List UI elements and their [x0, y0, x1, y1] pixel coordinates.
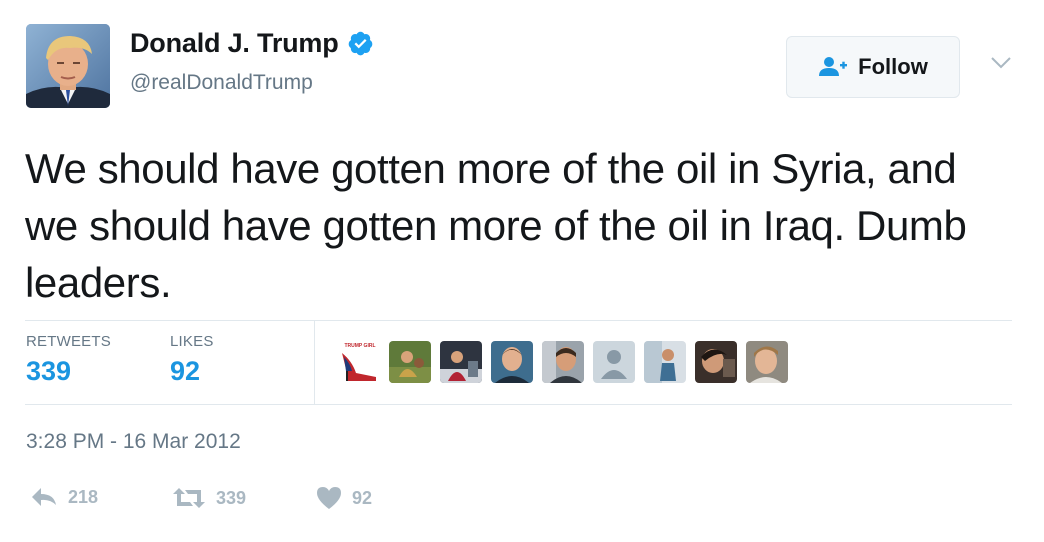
likes-count: 92 [170, 356, 201, 386]
retweet-button[interactable]: 339 [172, 486, 246, 510]
author-avatar[interactable] [26, 24, 110, 108]
liker-avatar-9[interactable] [746, 341, 788, 383]
likes-stat[interactable]: LIKES 92 [170, 333, 214, 387]
tweet-timestamp[interactable]: 3:28 PM - 16 Mar 2012 [26, 430, 241, 454]
liker-avatar-3[interactable] [440, 341, 482, 383]
liker-avatar-6[interactable] [593, 341, 635, 383]
heart-icon [317, 487, 341, 509]
author-name[interactable]: Donald J. Trump [130, 28, 339, 59]
liker-avatar-5[interactable] [542, 341, 584, 383]
liker-avatar-7[interactable] [644, 341, 686, 383]
reply-button[interactable]: 218 [30, 486, 98, 508]
liker-avatar-1[interactable]: TRUMP GIRL [338, 341, 380, 383]
retweets-label: RETWEETS [26, 333, 111, 350]
author-handle[interactable]: @realDonaldTrump [130, 71, 313, 95]
verified-badge-icon [348, 31, 372, 56]
stats-divider-vertical [314, 320, 315, 404]
liker-avatar-8[interactable] [695, 341, 737, 383]
author-name-line[interactable]: Donald J. Trump [130, 28, 374, 59]
retweets-count: 339 [26, 356, 72, 386]
retweet-icon [173, 488, 205, 508]
liker-avatar-4[interactable] [491, 341, 533, 383]
retweets-stat[interactable]: RETWEETS 339 [26, 333, 111, 387]
like-button[interactable]: 92 [316, 486, 372, 510]
stats-divider-top [25, 320, 1012, 321]
likers-avatar-list: TRUMP GIRL [338, 341, 788, 383]
follow-button-label: Follow [858, 54, 928, 79]
like-count: 92 [352, 487, 373, 508]
reply-count: 218 [68, 486, 99, 507]
svg-text:TRUMP GIRL: TRUMP GIRL [344, 343, 375, 349]
tweet-card: Donald J. Trump @realDonaldTrump Follow … [0, 0, 1044, 542]
reply-arrow-icon [32, 488, 56, 506]
tweet-text: We should have gotten more of the oil in… [25, 145, 967, 306]
follow-button[interactable]: Follow [786, 36, 960, 98]
retweet-count: 339 [216, 487, 247, 508]
person-plus-icon [819, 57, 848, 76]
stats-divider-bottom [25, 404, 1012, 405]
liker-avatar-2[interactable] [389, 341, 431, 383]
likes-label: LIKES [170, 333, 214, 350]
chevron-down-icon[interactable] [990, 56, 1012, 70]
